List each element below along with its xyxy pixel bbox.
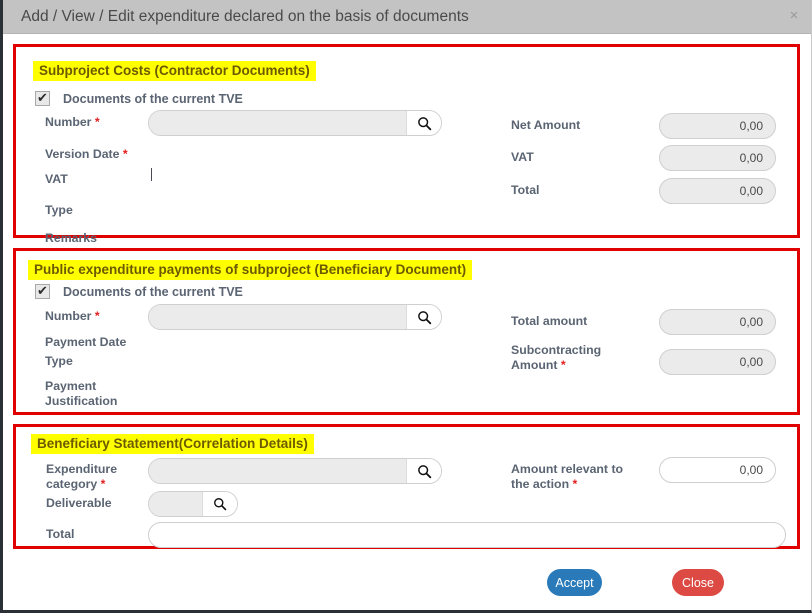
label-net-amount: Net Amount xyxy=(511,118,581,132)
label-payment-justification: Payment Justification xyxy=(45,379,118,408)
label-expenditure-category: Expenditure category * xyxy=(46,462,118,491)
label-subcontracting-amount: Subcontracting Amount * xyxy=(511,343,602,372)
section-title-beneficiary-statement: Beneficiary Statement(Correlation Detail… xyxy=(31,434,314,454)
label-total-amount: Total amount xyxy=(511,314,588,328)
expenditure-dialog: Add / View / Edit expenditure declared o… xyxy=(0,0,812,613)
label-remarks: Remarks xyxy=(45,231,97,245)
label-deliverable: Deliverable xyxy=(46,496,112,510)
search-icon[interactable] xyxy=(407,305,441,329)
label-vat-left: VAT xyxy=(45,172,68,186)
check-icon[interactable] xyxy=(35,283,50,299)
label-amount-relevant: Amount relevant to the action * xyxy=(511,462,624,491)
label-number-1: Number * xyxy=(45,115,100,129)
label-total-1: Total xyxy=(511,183,540,197)
search-icon[interactable] xyxy=(407,459,441,483)
check-icon[interactable] xyxy=(35,90,50,106)
number-input-2[interactable] xyxy=(149,305,407,329)
search-icon[interactable] xyxy=(203,492,237,516)
section-title-subproject-costs: Subproject Costs (Contractor Documents) xyxy=(33,61,316,81)
label-number-2: Number * xyxy=(45,309,100,323)
label-total-3: Total xyxy=(46,527,75,541)
close-icon[interactable]: × xyxy=(785,7,803,25)
current-tve-checkbox-label-1: Documents of the current TVE xyxy=(63,91,243,106)
deliverable-lookup[interactable] xyxy=(148,491,238,517)
section-beneficiary-statement: Beneficiary Statement(Correlation Detail… xyxy=(13,424,800,549)
number-lookup-1[interactable] xyxy=(148,110,442,136)
dialog-titlebar: Add / View / Edit expenditure declared o… xyxy=(3,0,811,34)
label-type-1: Type xyxy=(45,203,73,217)
label-type-2: Type xyxy=(45,354,73,368)
total-input-3[interactable] xyxy=(148,522,786,548)
label-payment-date: Payment Date xyxy=(45,335,127,349)
total-amount-value-2[interactable]: 0,00 xyxy=(659,309,776,335)
section-subproject-costs: Subproject Costs (Contractor Documents) … xyxy=(13,44,800,245)
section-public-expenditure-payments: Public expenditure payments of subprojec… xyxy=(13,248,800,415)
net-amount-value[interactable]: 0,00 xyxy=(659,113,776,139)
label-vat-right: VAT xyxy=(511,150,534,164)
expenditure-category-input[interactable] xyxy=(149,459,407,483)
close-button[interactable]: Close xyxy=(672,569,724,596)
total-amount-value-1[interactable]: 0,00 xyxy=(659,178,776,204)
label-version-date: Version Date * xyxy=(45,147,128,161)
deliverable-input[interactable] xyxy=(149,492,203,516)
search-icon[interactable] xyxy=(407,111,441,135)
amount-relevant-value[interactable]: 0,00 xyxy=(659,457,776,483)
number-input-1[interactable] xyxy=(149,111,407,135)
current-tve-checkbox-row-2[interactable]: Documents of the current TVE xyxy=(35,283,243,299)
current-tve-checkbox-row-1[interactable]: Documents of the current TVE xyxy=(35,90,243,106)
section-title-public-expenditure: Public expenditure payments of subprojec… xyxy=(28,260,473,280)
number-lookup-2[interactable] xyxy=(148,304,442,330)
text-caret xyxy=(151,168,152,181)
dialog-title: Add / View / Edit expenditure declared o… xyxy=(21,7,469,25)
accept-button[interactable]: Accept xyxy=(547,569,602,596)
vat-amount-value[interactable]: 0,00 xyxy=(659,145,776,171)
subcontracting-amount-value[interactable]: 0,00 xyxy=(659,349,776,375)
expenditure-category-lookup[interactable] xyxy=(148,458,442,484)
current-tve-checkbox-label-2: Documents of the current TVE xyxy=(63,284,243,299)
